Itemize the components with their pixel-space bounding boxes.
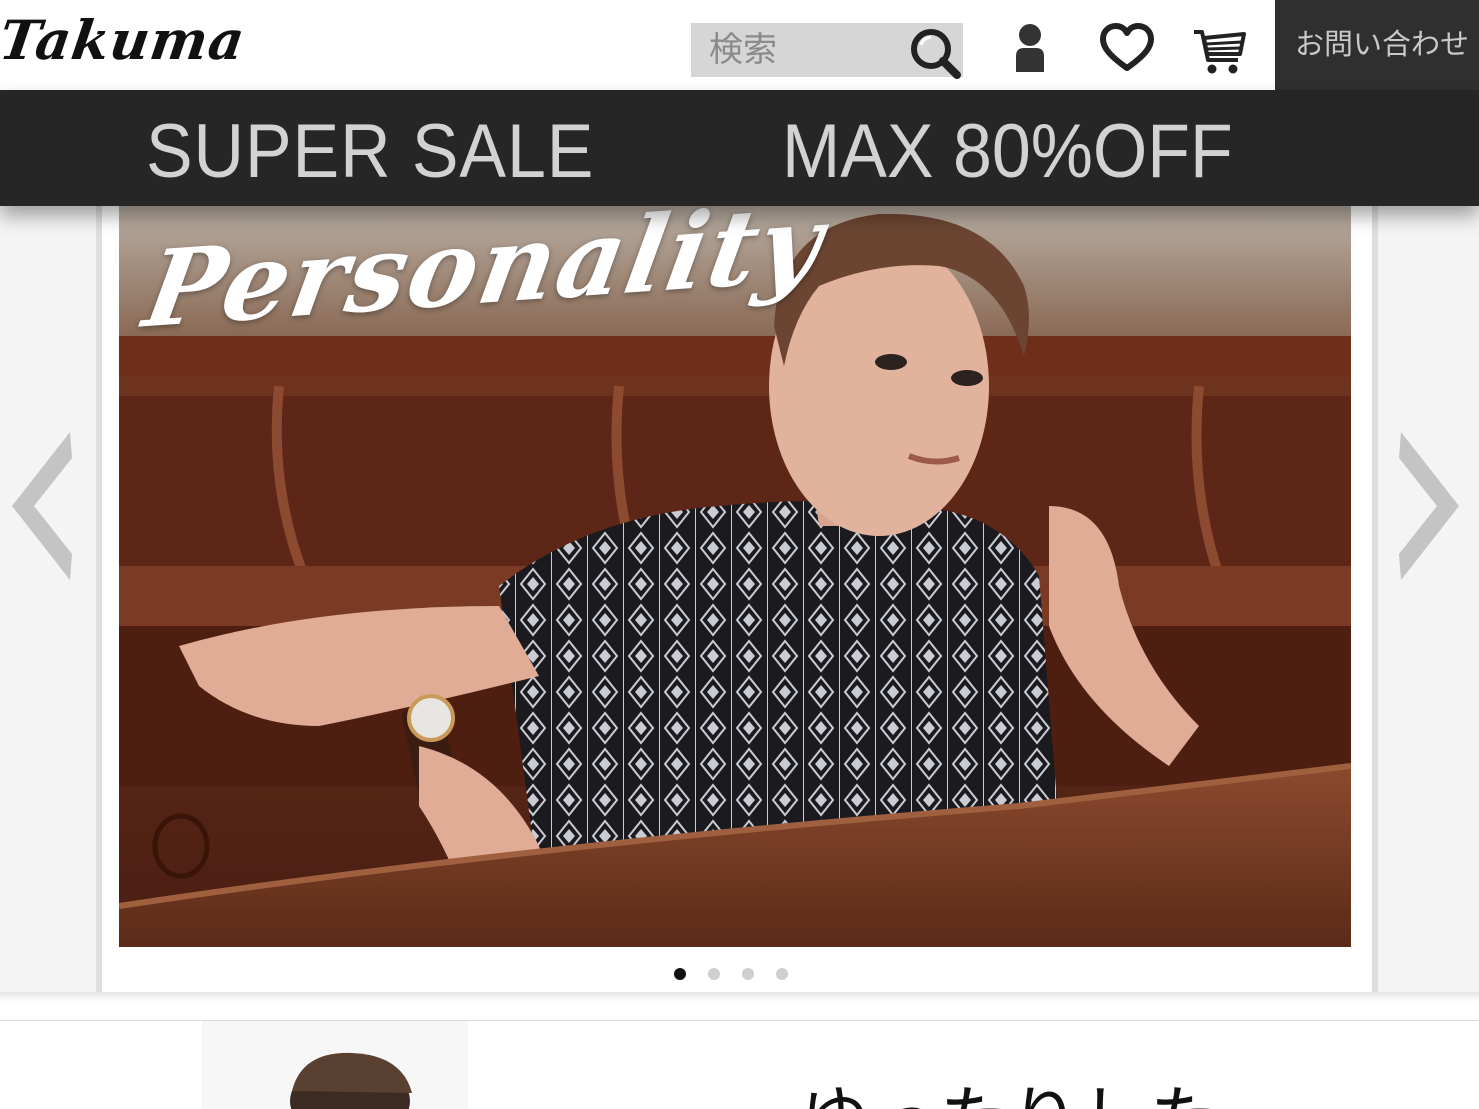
search-input[interactable] xyxy=(691,23,901,77)
brand-logo[interactable]: Takuma xyxy=(0,8,249,72)
sale-discount: MAX 80%OFF xyxy=(782,109,1233,194)
sale-banner[interactable]: SUPER SALE MAX 80%OFF xyxy=(0,90,1479,206)
carousel-side-left xyxy=(0,206,102,992)
hero-slide-image[interactable]: Personality xyxy=(119,206,1351,947)
user-icon[interactable] xyxy=(1000,20,1060,78)
contact-link[interactable]: お問い合わせ xyxy=(1275,0,1479,90)
carousel-pagination xyxy=(674,964,796,984)
carousel-bottom-edge xyxy=(0,992,1479,1002)
featured-product-image[interactable] xyxy=(202,1021,468,1109)
carousel-dot-1[interactable] xyxy=(674,968,686,980)
carousel-prev-arrow-icon[interactable] xyxy=(8,428,78,588)
carousel-dot-2[interactable] xyxy=(708,968,720,980)
search-icon[interactable] xyxy=(905,23,967,81)
carousel-side-right xyxy=(1372,206,1479,992)
carousel-dot-4[interactable] xyxy=(776,968,788,980)
hero-carousel: Personality xyxy=(0,206,1479,1002)
featured-heading: ゆったりした xyxy=(800,1079,1220,1109)
carousel-dot-3[interactable] xyxy=(742,968,754,980)
heart-icon[interactable] xyxy=(1097,20,1157,78)
sale-title: SUPER SALE xyxy=(146,109,595,194)
carousel-next-arrow-icon[interactable] xyxy=(1393,428,1463,588)
site-header: Takuma お問い合わせ xyxy=(0,0,1479,90)
featured-section: ゆったりした xyxy=(0,1020,1479,1109)
cart-icon[interactable] xyxy=(1190,20,1250,78)
